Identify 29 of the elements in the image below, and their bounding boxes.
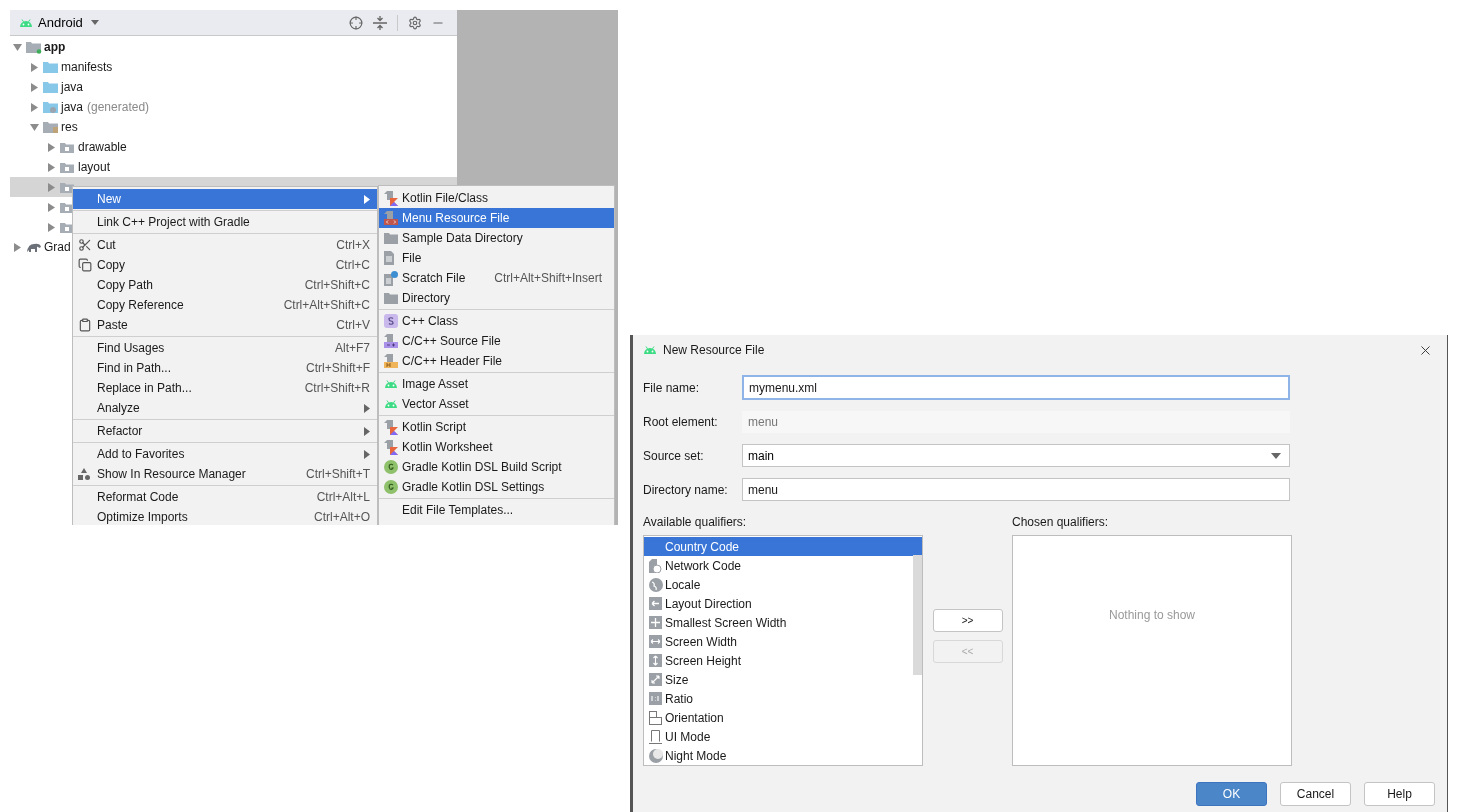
shortcut-text: Alt+F7 [335,340,370,357]
tree-item-label: layout [78,159,111,176]
shortcut-text: Ctrl+Shift+F [305,360,370,377]
shortcut-text: Ctrl+Alt+Shift+Insert [494,270,602,287]
field-label: Root element: [643,414,719,431]
shortcut-text: Ctrl+Alt+Shift+C [283,297,370,314]
shortcut-text: Ctrl+X [336,237,370,254]
field-label: Directory name: [643,481,729,499]
dialog-title: New Resource File [663,342,765,359]
tree-item-label: app [44,39,66,56]
shortcut-text: Ctrl+Shift+T [305,466,370,483]
tree-item-label: manifests [61,59,113,76]
shortcut-text: Ctrl+Shift+R [304,380,370,397]
shortcut-text: Ctrl+Alt+O [314,509,370,525]
shortcut-text: Ctrl+C [335,257,370,274]
shortcut-text: Ctrl+Shift+C [304,277,370,294]
tree-item-label: Grad [44,239,71,256]
field-label: Source set: [643,447,705,465]
field-label: File name: [643,379,701,397]
shortcut-text: Ctrl+V [336,317,370,334]
tree-item-note: (generated) [87,99,150,116]
empty-text: Nothing to show [1108,607,1196,624]
list-label: Chosen qualifiers: [1012,514,1110,531]
tree-item-label: java [61,79,83,96]
shortcut-text: Ctrl+Alt+L [316,489,370,506]
list-label: Available qualifiers: [643,514,748,531]
tree-item-label: drawable [78,139,127,156]
tree-item-label: java [61,99,83,116]
tree-item-label: res [61,119,78,136]
